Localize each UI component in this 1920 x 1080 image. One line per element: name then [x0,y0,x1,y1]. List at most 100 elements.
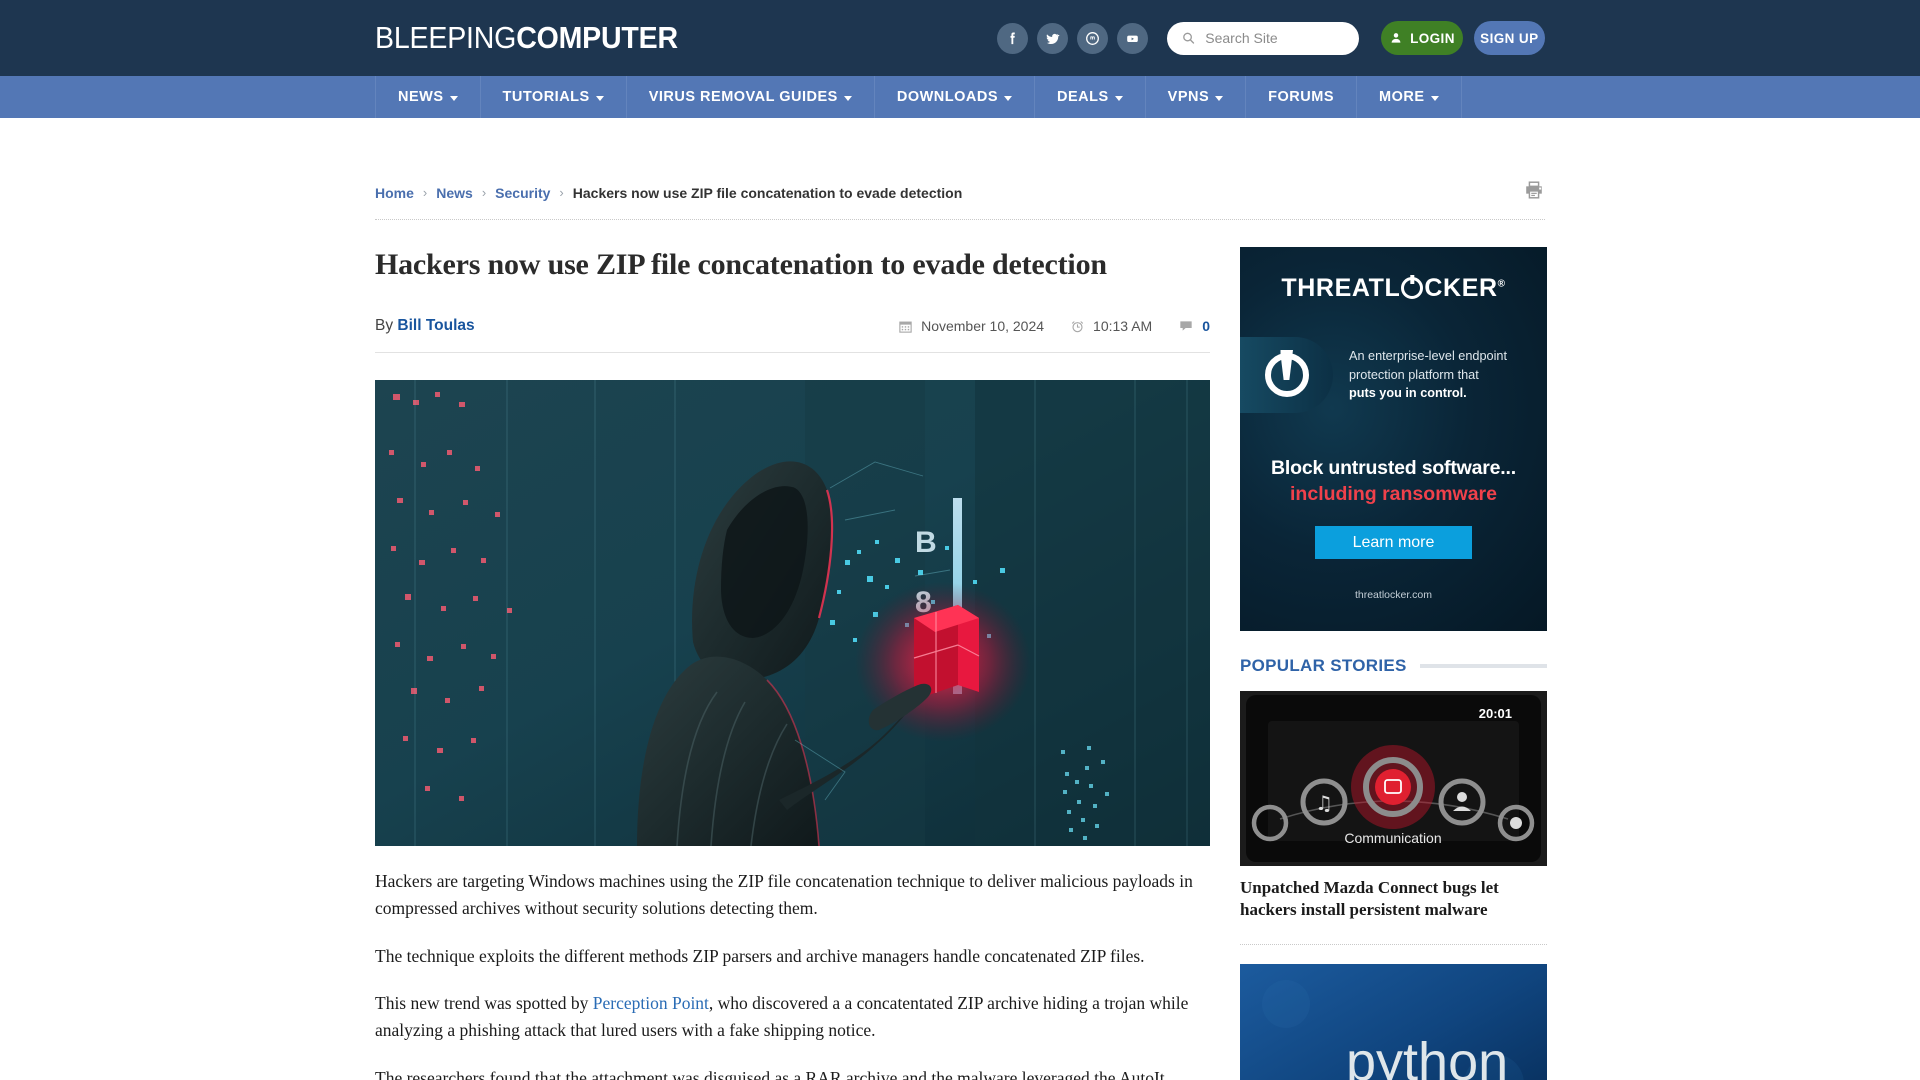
twitter-icon[interactable] [1037,22,1069,54]
article-main: Hackers now use ZIP file concatenation t… [375,247,1210,1080]
login-button[interactable]: LOGIN [1381,21,1463,55]
by-prefix: By [375,317,394,334]
lock-icon [1264,353,1309,397]
svg-text:♫: ♫ [1315,791,1333,815]
youtube-icon[interactable] [1117,22,1149,54]
mastodon-icon[interactable] [1077,22,1109,54]
list-item[interactable]: 20:01 ♫ Communication Unpatched Mazda Co… [1240,691,1547,921]
nav-item-vpns[interactable]: VPNS [1146,76,1247,118]
nav-item-label: VPNS [1167,89,1210,105]
chevron-down-icon [843,95,852,101]
print-icon[interactable] [1523,179,1545,206]
nav-item-label: MORE [1379,89,1425,105]
popular-stories-header: POPULAR STORIES [1240,656,1547,676]
breadcrumb-separator-icon: › [559,185,564,200]
ad-url: threatlocker.com [1354,589,1433,601]
login-label: LOGIN [1410,30,1455,46]
article-paragraph: The researchers found that the attachmen… [375,1067,1165,1080]
calendar-icon [899,321,912,333]
page-title: Hackers now use ZIP file concatenation t… [375,248,1107,281]
story-thumb-label: Communication [1344,830,1441,846]
nav-item-deals[interactable]: DEALS [1035,76,1146,118]
author-link[interactable]: Bill Toulas [397,317,474,334]
threatlocker-ad[interactable]: THREATL CKER® An enterprise-level endpoin… [1240,247,1547,631]
nav-item-label: VIRUS REMOVAL GUIDES [648,89,838,105]
alarm-clock-icon [1071,320,1084,332]
publish-time: 10:13 AM [1070,318,1152,334]
heading-rule [1419,664,1547,668]
comment-count[interactable]: 0 [1178,318,1210,334]
story-title: Unpatched Mazda Connect bugs let hackers… [1240,878,1499,920]
breadcrumb-link-home[interactable]: Home [375,185,414,201]
story-thumb-time: 20:01 [1479,706,1512,721]
ad-copy-line1: An enterprise-level endpoint [1349,348,1507,363]
sidebar: THREATL CKER® An enterprise-level endpoin… [1240,247,1547,1080]
chevron-down-icon [1215,95,1224,101]
main-navigation: NEWS TUTORIALS VIRUS REMOVAL GUIDES DOWNLOA… [0,76,1920,118]
comment-icon [1180,321,1192,331]
ad-copy-bold: puts you in control. [1349,386,1467,401]
breadcrumb-separator-icon: › [481,185,487,200]
list-item[interactable]: python Package Index [1240,964,1547,1080]
article-hero-image: B 8 B [375,380,1210,846]
chevron-down-icon [1004,95,1013,101]
article-paragraph: Hackers are targeting Windows machines u… [375,871,1193,918]
ad-headline-accent: including ransomware [1290,483,1497,505]
nav-item-tutorials[interactable]: TUTORIALS [481,76,627,118]
article-paragraph: This new trend was spotted by Perception… [375,993,1189,1041]
chevron-down-icon [595,95,604,101]
time-text: 10:13 AM [1093,318,1153,334]
article-meta: November 10, 2024 10:13 AM 0 [898,318,1210,334]
logo-text-bold: COMPUTER [516,20,678,55]
breadcrumb-link-news[interactable]: News [436,185,473,201]
chevron-down-icon [1430,95,1439,101]
nav-item-forums[interactable]: FORUMS [1246,76,1358,118]
signup-button[interactable]: SIGN UP [1473,21,1545,55]
social-links [997,22,1149,54]
breadcrumb-link-security[interactable]: Security [495,185,550,201]
ad-copy: An enterprise-level endpoint protection … [1349,347,1507,403]
logo-text-light: BLEEPING [375,20,517,55]
date-text: November 10, 2024 [921,318,1045,334]
nav-item-more[interactable]: MORE [1357,76,1462,118]
ad-headline: Block untrusted software... [1271,457,1516,479]
story-thumbnail: 20:01 ♫ Communication [1240,691,1547,866]
comment-count-value: 0 [1202,318,1210,334]
nav-item-label: FORUMS [1268,89,1335,105]
chevron-down-icon [449,95,458,101]
nav-item-downloads[interactable]: DOWNLOADS [875,76,1036,118]
ad-brand-post: CKER [1424,274,1498,302]
search-icon [1183,32,1195,44]
nav-item-label: DOWNLOADS [896,89,999,105]
popular-stories-heading: POPULAR STORIES [1240,656,1407,675]
ad-copy-line2: protection platform that [1349,367,1479,382]
story-thumbnail: python Package Index [1240,964,1547,1080]
user-icon [1391,33,1401,43]
facebook-icon[interactable] [997,22,1029,54]
nav-item-virus-removal-guides[interactable]: VIRUS REMOVAL GUIDES [627,76,875,118]
chevron-down-icon [1114,95,1123,101]
divider [1240,944,1547,946]
nav-item-label: TUTORIALS [502,89,590,105]
nav-item-news[interactable]: NEWS [375,76,481,118]
signup-label: SIGN UP [1480,30,1539,46]
ad-lock-badge [1240,337,1333,413]
svg-text:B: B [915,526,937,559]
nav-item-label: NEWS [398,89,444,105]
ad-brand-logo: THREATL CKER® [1240,247,1547,303]
article-byline: By Bill Toulas November 10, 2024 10:13 A… [375,317,1210,353]
search-input[interactable] [1205,30,1346,46]
article-body: Hackers are targeting Windows machines u… [375,868,1210,1080]
nav-item-label: DEALS [1057,89,1109,105]
site-logo[interactable]: BLEEPINGCOMPUTER [375,20,678,56]
breadcrumb-separator-icon: › [422,185,428,200]
ad-learn-more-button[interactable]: Learn more [1315,526,1472,559]
ad-registered-mark: ® [1497,278,1506,290]
search-box[interactable] [1167,21,1360,55]
site-header: BLEEPINGCOMPUTER LOGIN SIGN UP [0,0,1920,76]
breadcrumb-current: Hackers now use ZIP file concatenation t… [572,184,963,201]
python-wordmark: python [1346,1032,1508,1080]
ad-brand-pre: THREATL [1281,274,1401,302]
inline-link[interactable]: Perception Point [593,993,709,1013]
breadcrumb: Home › News › Security › Hackers now use ZIP f… [375,179,1545,220]
